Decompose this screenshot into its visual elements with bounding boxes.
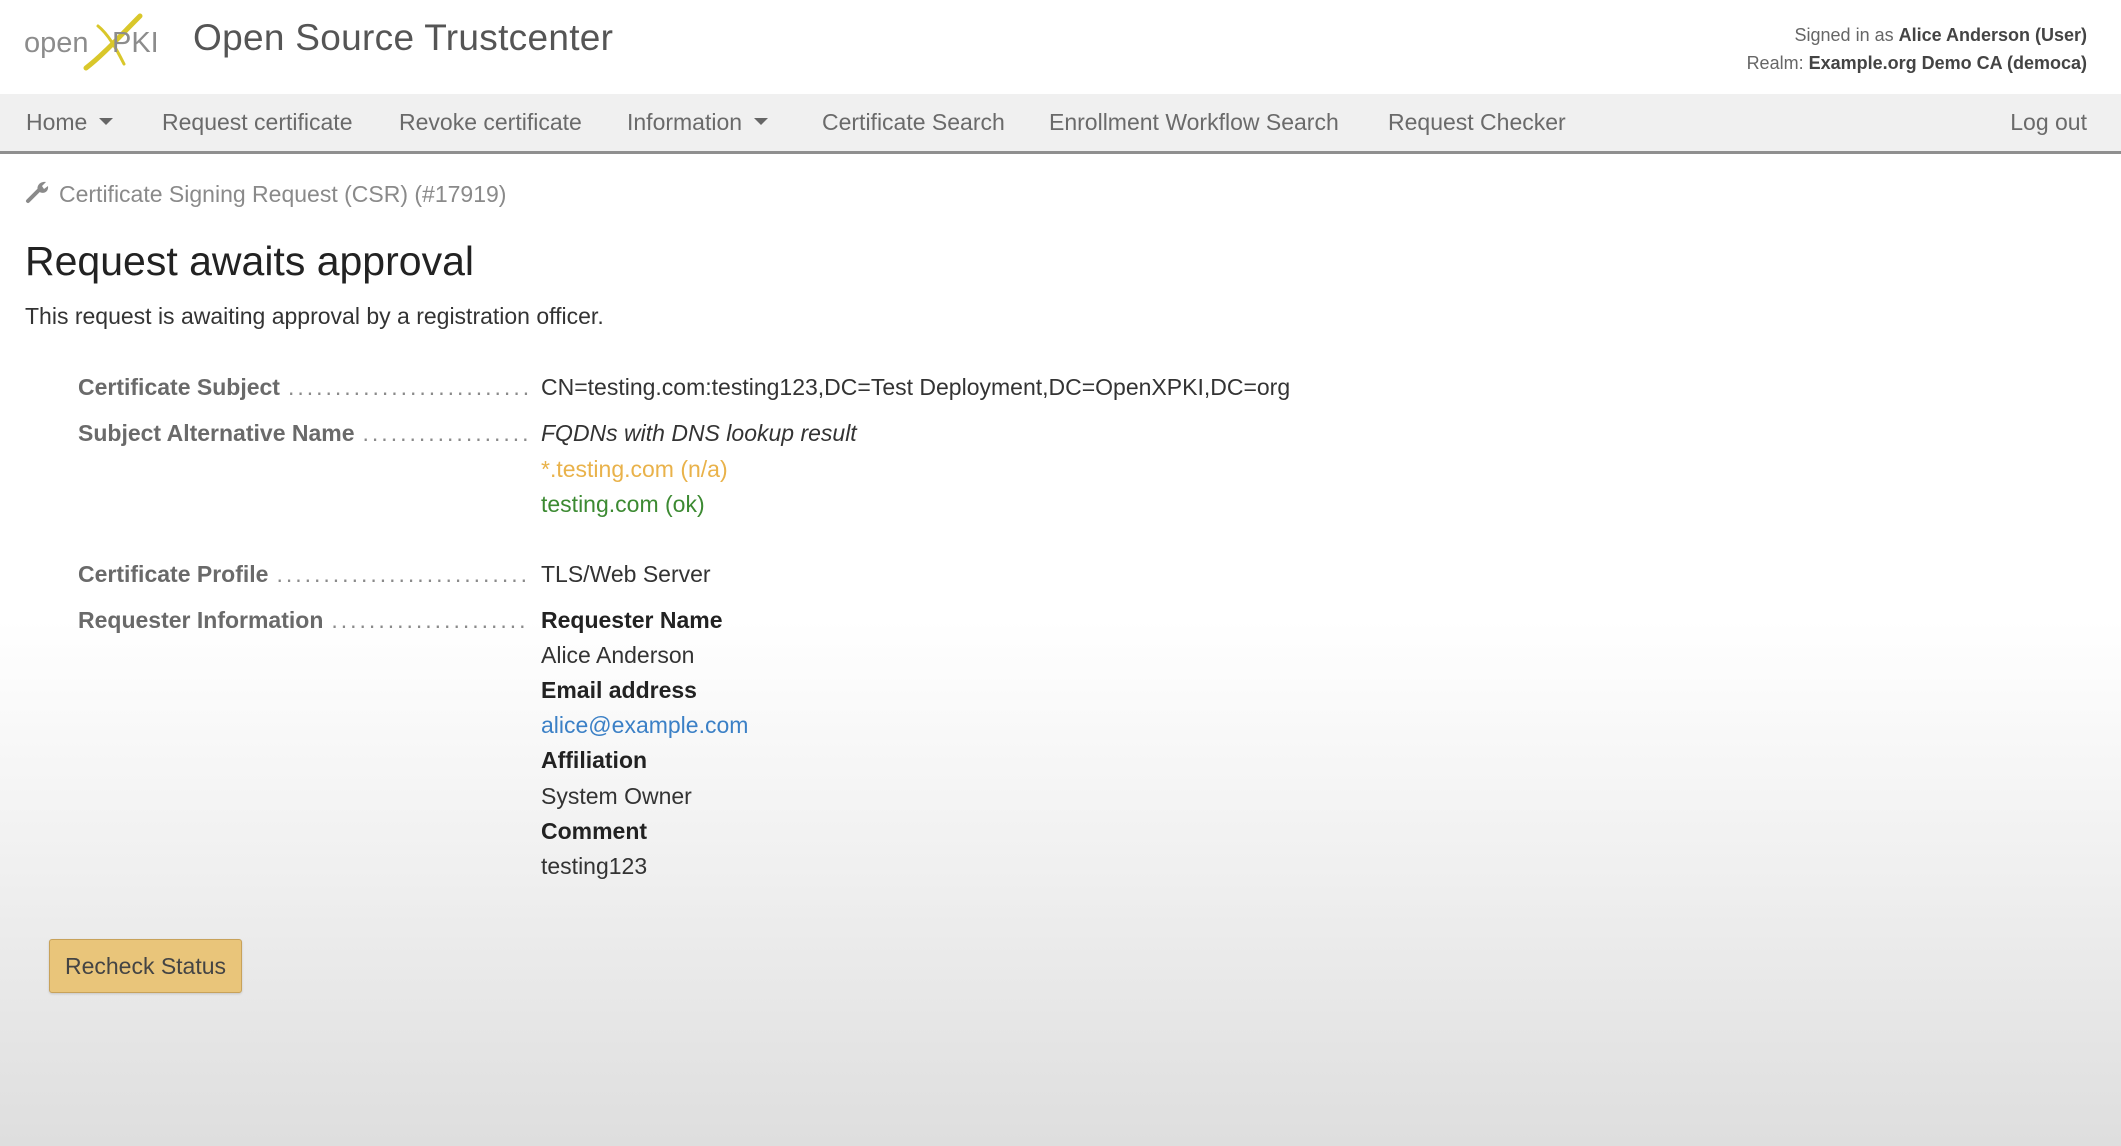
nav-information-label: Information xyxy=(627,109,743,135)
san-label-text: Subject Alternative Name xyxy=(78,420,355,446)
breadcrumb: Certificate Signing Request (CSR) (#1791… xyxy=(25,180,506,208)
profile-value: TLS/Web Server xyxy=(541,561,711,587)
nav-request-certificate[interactable]: Request certificate xyxy=(162,94,352,151)
wrench-icon xyxy=(26,181,49,203)
logo-text-open: open xyxy=(24,27,89,59)
san-label: Subject Alternative Name................… xyxy=(78,420,528,450)
email-link[interactable]: alice@example.com xyxy=(541,712,748,739)
nav-request-checker[interactable]: Request Checker xyxy=(1388,94,1566,151)
logo-text-pki: PKI xyxy=(112,27,159,59)
chevron-down-icon xyxy=(754,118,769,126)
subject-label-text: Certificate Subject xyxy=(78,374,280,400)
nav-home[interactable]: Home xyxy=(26,94,114,151)
requester-label: Requester Information...................… xyxy=(78,607,528,637)
nav-home-label: Home xyxy=(26,109,88,135)
realm-name: Example.org Demo CA (democa) xyxy=(1808,53,2087,73)
signin-info: Signed in as Alice Anderson (User) Realm… xyxy=(1747,21,2087,77)
subject-label: Certificate Subject.....................… xyxy=(78,374,528,404)
affiliation-label: Affiliation xyxy=(541,747,648,773)
app-title: Open Source Trustcenter xyxy=(193,17,614,58)
requester-label-text: Requester Information xyxy=(78,607,324,633)
breadcrumb-text: Certificate Signing Request (CSR) (#1791… xyxy=(59,181,507,207)
comment-value: testing123 xyxy=(541,853,648,879)
subject-value: CN=testing.com:testing123,DC=Test Deploy… xyxy=(541,374,1291,400)
profile-label: Certificate Profile.....................… xyxy=(78,561,528,591)
signed-in-line: Signed in as Alice Anderson (User) xyxy=(1747,21,2087,49)
header: open PKI Open Source Trustcenter Signed … xyxy=(0,0,2121,94)
san-header: FQDNs with DNS lookup result xyxy=(541,420,857,446)
requester-name-value: Alice Anderson xyxy=(541,642,695,668)
chevron-down-icon xyxy=(99,118,114,126)
comment-label: Comment xyxy=(541,818,648,844)
signed-in-user: Alice Anderson (User) xyxy=(1898,25,2087,45)
nav-enrollment-workflow-search[interactable]: Enrollment Workflow Search xyxy=(1049,94,1339,151)
page-title: Request awaits approval xyxy=(25,238,474,284)
san-entry-wildcard: *.testing.com (n/a) xyxy=(541,456,728,482)
san-entry-ok: testing.com (ok) xyxy=(541,491,705,517)
signed-in-prefix: Signed in as xyxy=(1794,25,1894,45)
nav-information[interactable]: Information xyxy=(627,94,769,151)
email-label: Email address xyxy=(541,677,697,703)
profile-label-text: Certificate Profile xyxy=(78,561,269,587)
nav-logout[interactable]: Log out xyxy=(2010,94,2087,151)
requester-name-label: Requester Name xyxy=(541,607,723,633)
realm-line: Realm: Example.org Demo CA (democa) xyxy=(1747,49,2087,77)
nav-revoke-certificate[interactable]: Revoke certificate xyxy=(399,94,582,151)
realm-prefix: Realm: xyxy=(1746,53,1804,73)
recheck-status-button[interactable]: Recheck Status xyxy=(49,939,242,993)
dot-leader: ........................................… xyxy=(362,420,528,446)
dot-leader: ........................................… xyxy=(276,561,528,587)
dot-leader: ........................................… xyxy=(331,607,528,633)
dot-leader: ........................................… xyxy=(287,374,528,400)
affiliation-value: System Owner xyxy=(541,783,692,809)
page-description: This request is awaiting approval by a r… xyxy=(25,303,604,329)
openpki-logo[interactable]: open PKI xyxy=(24,12,160,74)
main-navbar: Home Request certificate Revoke certific… xyxy=(0,94,2121,154)
logo-mark-icon: open PKI xyxy=(24,13,159,71)
nav-certificate-search[interactable]: Certificate Search xyxy=(822,94,1005,151)
